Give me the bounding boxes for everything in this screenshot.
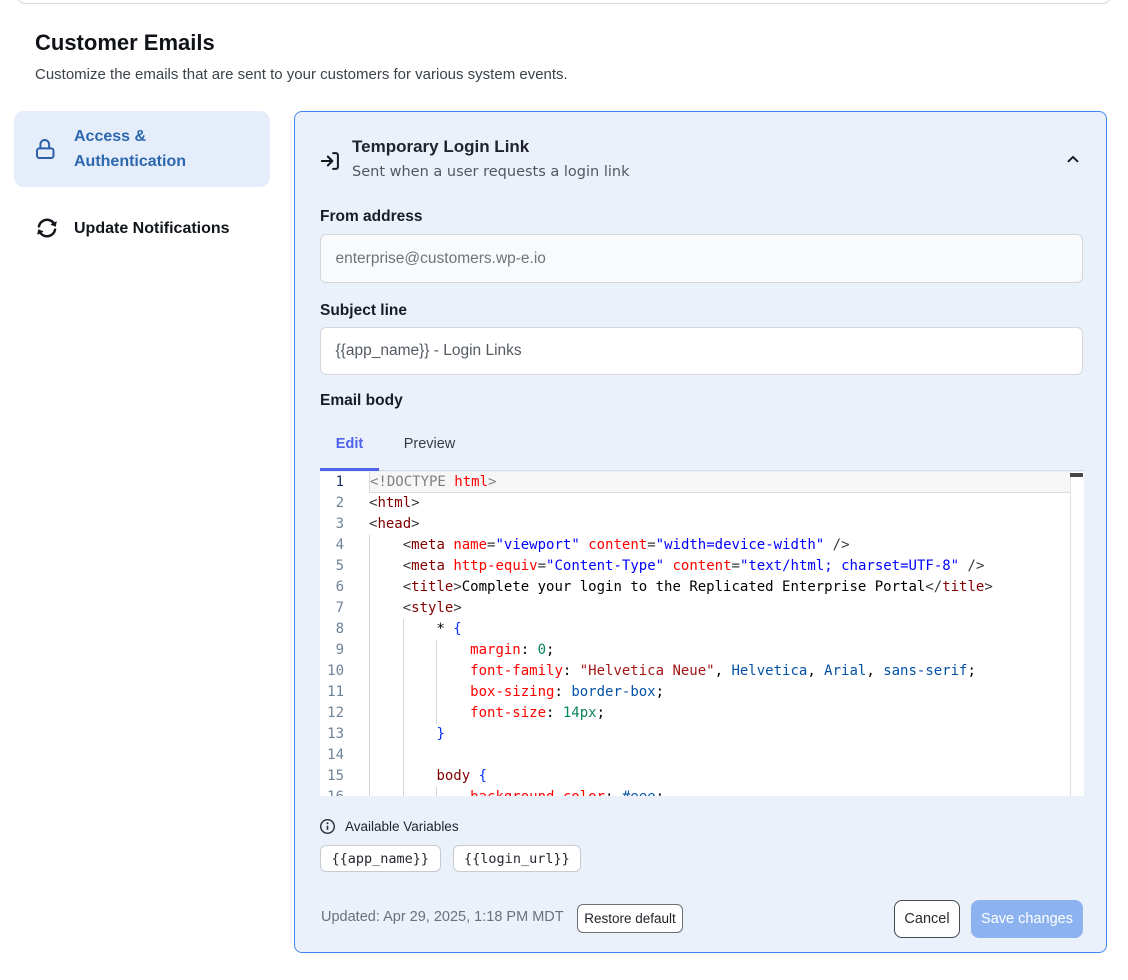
- editor-code-line: * {: [369, 619, 1070, 640]
- variable-chip-app-name[interactable]: {{app_name}}: [320, 845, 441, 872]
- card-title: Temporary Login Link: [352, 137, 529, 157]
- editor-line-number: 8: [320, 619, 344, 640]
- editor-code-line: <title>Complete your login to the Replic…: [369, 577, 1070, 598]
- tab-preview[interactable]: Preview: [379, 426, 480, 471]
- editor-line[interactable]: 15 body {: [320, 766, 1084, 787]
- editor-line[interactable]: 4 <meta name="viewport" content="width=d…: [320, 535, 1084, 556]
- editor-code-line: margin: 0;: [369, 640, 1070, 661]
- subject-line-input[interactable]: {{app_name}} - Login Links: [320, 327, 1083, 375]
- refresh-icon: [14, 216, 74, 240]
- editor-code-line: <meta http-equiv="Content-Type" content=…: [369, 556, 1070, 577]
- editor-line[interactable]: 14: [320, 745, 1084, 766]
- page-subtitle: Customize the emails that are sent to yo…: [35, 66, 568, 83]
- editor-line-number: 5: [320, 556, 344, 577]
- editor-line[interactable]: 7 <style>: [320, 598, 1084, 619]
- editor-tabbar: Edit Preview: [320, 426, 1084, 471]
- editor-overview-ruler[interactable]: [1070, 472, 1084, 796]
- editor-line[interactable]: 8 * {: [320, 619, 1084, 640]
- restore-default-button[interactable]: Restore default: [577, 904, 683, 933]
- info-icon: [319, 818, 336, 835]
- editor-line-number: 13: [320, 724, 344, 745]
- editor-line[interactable]: 11 box-sizing: border-box;: [320, 682, 1084, 703]
- editor-code-line: <!DOCTYPE html>: [369, 472, 1070, 493]
- from-address-label: From address: [320, 208, 423, 226]
- editor-line[interactable]: 12 font-size: 14px;: [320, 703, 1084, 724]
- sidebar-item-update-notifications[interactable]: Update Notifications: [14, 202, 270, 254]
- editor-code-line: box-sizing: border-box;: [369, 682, 1070, 703]
- updated-timestamp: Updated: Apr 29, 2025, 1:18 PM MDT: [321, 909, 564, 925]
- subject-line-label: Subject line: [320, 302, 407, 320]
- editor-line[interactable]: 13 }: [320, 724, 1084, 745]
- editor-code-line: <meta name="viewport" content="width=dev…: [369, 535, 1070, 556]
- editor-line-number: 6: [320, 577, 344, 598]
- tab-edit[interactable]: Edit: [320, 426, 379, 471]
- available-variables-label: Available Variables: [345, 819, 459, 834]
- variable-chips: {{app_name}} {{login_url}}: [320, 845, 581, 872]
- lock-icon: [14, 139, 74, 159]
- editor-code-line: background-color: #eee;: [369, 787, 1070, 796]
- editor-code-line: <head>: [369, 514, 1070, 535]
- email-body-label: Email body: [320, 392, 403, 410]
- sidebar-item-label: Access & Authentication: [74, 111, 270, 187]
- editor-line-number: 16: [320, 787, 344, 796]
- editor-line-number: 1: [320, 472, 344, 493]
- editor-line[interactable]: 6 <title>Complete your login to the Repl…: [320, 577, 1084, 598]
- editor-line-number: 4: [320, 535, 344, 556]
- editor-line[interactable]: 16 background-color: #eee;: [320, 787, 1084, 796]
- previous-card-bottom-edge: [16, 0, 1112, 4]
- editor-line[interactable]: 9 margin: 0;: [320, 640, 1084, 661]
- editor-line-number: 3: [320, 514, 344, 535]
- editor-code-line: <style>: [369, 598, 1070, 619]
- editor-line-number: 14: [320, 745, 344, 766]
- page-title: Customer Emails: [35, 30, 215, 56]
- editor-line-number: 12: [320, 703, 344, 724]
- editor-code-line: font-size: 14px;: [369, 703, 1070, 724]
- code-editor[interactable]: 1<!DOCTYPE html>2<html>3<head>4 <meta na…: [320, 472, 1084, 796]
- editor-code-line: [369, 745, 1070, 766]
- cancel-button[interactable]: Cancel: [894, 900, 960, 938]
- editor-code-line: body {: [369, 766, 1070, 787]
- from-address-input[interactable]: enterprise@customers.wp-e.io: [320, 234, 1083, 283]
- editor-line-number: 2: [320, 493, 344, 514]
- variable-chip-login-url[interactable]: {{login_url}}: [453, 845, 582, 872]
- editor-line-number: 11: [320, 682, 344, 703]
- sidebar: Access & Authentication Update Notificat…: [14, 111, 270, 254]
- editor-line[interactable]: 3 <head>: [320, 514, 1084, 535]
- editor-line-number: 7: [320, 598, 344, 619]
- editor-line-number: 9: [320, 640, 344, 661]
- email-template-card: Temporary Login Link Sent when a user re…: [294, 111, 1107, 953]
- editor-line-number: 15: [320, 766, 344, 787]
- editor-code-line: <html>: [369, 493, 1070, 514]
- sidebar-item-label: Update Notifications: [74, 216, 230, 241]
- editor-line[interactable]: 1 <!DOCTYPE html>: [320, 472, 1084, 493]
- editor-line[interactable]: 2 <html>: [320, 493, 1084, 514]
- available-variables-row: Available Variables: [319, 818, 459, 835]
- login-icon: [321, 152, 341, 172]
- editor-line-number: 10: [320, 661, 344, 682]
- editor-line[interactable]: 5 <meta http-equiv="Content-Type" conten…: [320, 556, 1084, 577]
- sidebar-item-access-authentication[interactable]: Access & Authentication: [14, 111, 270, 187]
- editor-line[interactable]: 10 font-family: "Helvetica Neue", Helvet…: [320, 661, 1084, 682]
- editor-code-line: font-family: "Helvetica Neue", Helvetica…: [369, 661, 1070, 682]
- card-subtitle: Sent when a user requests a login link: [352, 164, 629, 180]
- save-changes-button[interactable]: Save changes: [971, 900, 1083, 938]
- editor-code-line: }: [369, 724, 1070, 745]
- editor-cursor-marker: [1070, 473, 1083, 477]
- chevron-up-icon[interactable]: [1067, 155, 1079, 163]
